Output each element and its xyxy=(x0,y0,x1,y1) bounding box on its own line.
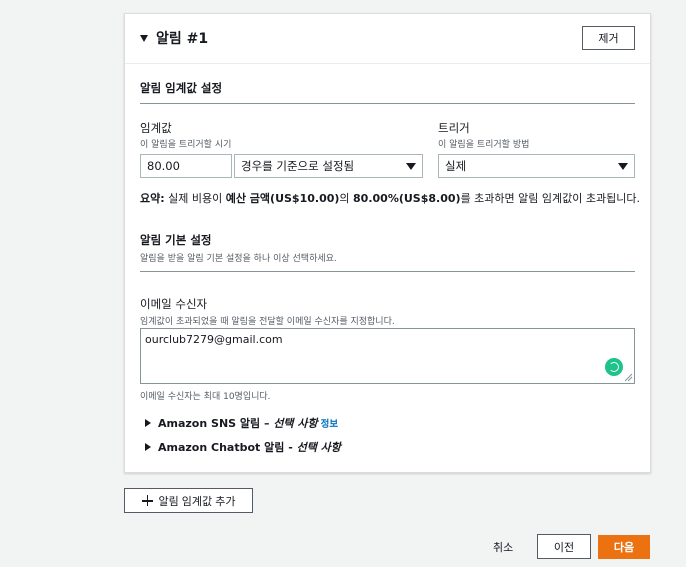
chatbot-expander[interactable]: Amazon Chatbot 알림 - 선택 사항 xyxy=(145,439,341,455)
trigger-value: 실제 xyxy=(445,159,467,173)
summary-text: 요약: 실제 비용이 예산 금액(US$10.00)의 80.00%(US$8.… xyxy=(140,192,640,205)
threshold-settings-title: 알림 임계값 설정 xyxy=(140,81,223,95)
caret-down-icon xyxy=(406,162,416,170)
add-threshold-button[interactable]: 알림 임계값 추가 xyxy=(124,488,253,513)
alarm-header-toggle[interactable]: 알림 #1 xyxy=(140,28,208,48)
threshold-description: 이 알림을 트리거할 시기 xyxy=(140,140,232,150)
info-link[interactable]: 정보 xyxy=(321,419,338,430)
threshold-value-input[interactable]: 80.00 xyxy=(140,154,232,178)
alarm-title: 알림 #1 xyxy=(156,31,209,47)
section-divider xyxy=(140,271,635,272)
trigger-description: 이 알림을 트리거할 방법 xyxy=(438,140,530,150)
threshold-mode-select[interactable]: 경우를 기준으로 설정됨 xyxy=(234,154,423,178)
basic-settings-title: 알림 기본 설정 xyxy=(140,233,212,247)
section-divider xyxy=(140,103,635,104)
caret-right-icon xyxy=(145,419,151,427)
next-button[interactable]: 다음 xyxy=(598,535,650,559)
resize-handle-icon[interactable] xyxy=(623,372,633,382)
email-description: 임계값이 초과되었을 때 알림을 전달할 이메일 수신자를 지정합니다. xyxy=(140,317,395,327)
plus-icon xyxy=(141,495,153,506)
trigger-select[interactable]: 실제 xyxy=(438,154,635,178)
remove-button[interactable]: 제거 xyxy=(582,26,635,50)
caret-down-icon xyxy=(140,34,148,42)
email-recipients-textarea[interactable]: ourclub7279@gmail.com xyxy=(140,328,635,384)
sns-expander[interactable]: Amazon SNS 알림 – 선택 사항 정보 xyxy=(145,415,338,431)
basic-settings-description: 알림을 받을 알림 기본 설정을 하나 이상 선택하세요. xyxy=(140,254,337,264)
cancel-button[interactable]: 취소 xyxy=(493,539,513,555)
header-divider xyxy=(125,63,650,64)
threshold-label: 임계값 xyxy=(140,121,172,135)
loading-spinner-icon xyxy=(605,358,623,376)
previous-button[interactable]: 이전 xyxy=(537,534,591,559)
email-hint: 이메일 수신자는 최대 10명입니다. xyxy=(140,392,271,402)
threshold-mode-value: 경우를 기준으로 설정됨 xyxy=(241,159,355,173)
add-threshold-label: 알림 임계값 추가 xyxy=(158,495,236,508)
caret-down-icon xyxy=(618,162,628,170)
trigger-label: 트리거 xyxy=(438,121,470,135)
alarm-panel: 알림 #1 제거 알림 임계값 설정 임계값 이 알림을 트리거할 시기 80.… xyxy=(124,13,651,473)
caret-right-icon xyxy=(145,443,151,451)
email-label: 이메일 수신자 xyxy=(140,297,208,311)
